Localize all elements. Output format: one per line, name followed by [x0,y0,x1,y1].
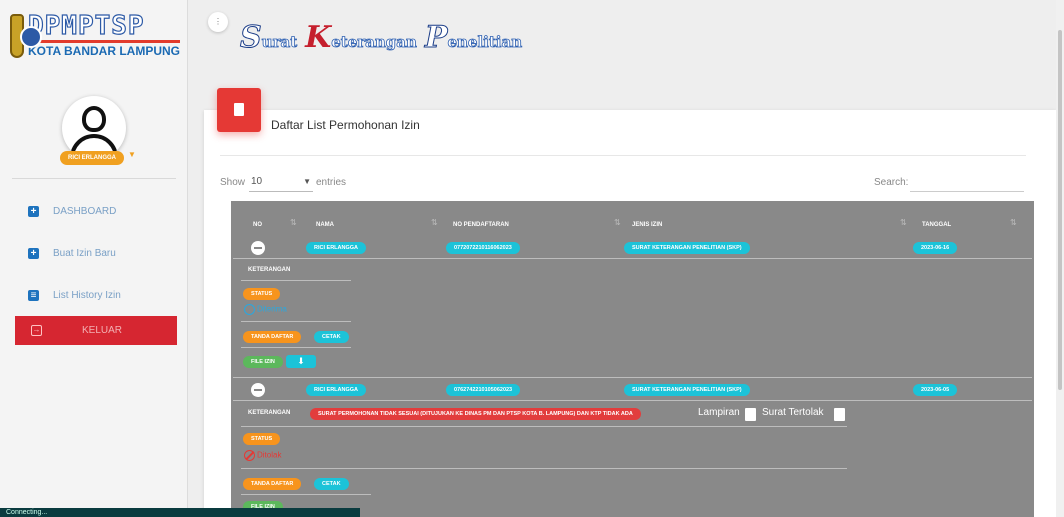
status-badge: STATUS [243,433,281,445]
detail-divider [241,321,351,322]
status-approved-text: Diterima [257,304,287,314]
header-tanggal[interactable]: TANGGAL [922,222,951,228]
search-label: Search: [874,177,909,188]
header-nama[interactable]: NAMA [316,222,334,228]
sort-icon[interactable]: ⇅ [614,218,621,227]
file-izin-badge: FILE IZIN [243,356,283,368]
keterangan-label: KETERANGAN [248,410,291,416]
row-divider [233,258,1032,259]
plus-square-icon: + [28,247,39,259]
logout-button[interactable]: → KELUAR [15,316,177,345]
logout-label: KELUAR [82,325,123,336]
chevron-down-icon: ▼ [303,177,311,186]
row-nama: RICI ERLANGGA [306,242,366,254]
row-expand-toggle[interactable] [251,383,265,397]
title-rest-k: eterangan [331,33,417,52]
keterangan-reason-badge: SURAT PERMOHONAN TIDAK SESUAI (DITUJUKAN… [310,408,641,420]
chevron-down-icon[interactable]: ▼ [128,150,136,159]
status-bar: Connecting... [0,508,360,517]
card-divider [220,155,1026,156]
detail-divider [241,494,371,495]
plus-square-icon: + [28,205,39,217]
row-tanggal: 2023-06-05 [913,384,958,396]
logo-sub-text: KOTA BANDAR LAMPUNG [28,44,180,58]
status-approved: Diterima [244,304,287,315]
title-cap-k: K [305,20,332,55]
document-icon [217,88,261,132]
search-input[interactable] [910,172,1024,192]
keterangan-label: KETERANGAN [248,267,291,273]
page-scrollbar[interactable] [1056,0,1064,517]
check-circle-icon [244,304,255,315]
tanda-daftar-badge: TANDA DAFTAR [243,331,302,343]
logo-divider [28,40,180,43]
sidebar-item-list-history-izin[interactable]: ≡ List History Izin [0,280,188,310]
user-name-badge[interactable]: RICI ERLANGGA [60,151,124,165]
show-label: Show [220,177,246,188]
surat-tertolak-label: Surat Tertolak [762,407,824,418]
detail-divider [241,468,847,469]
row-divider [233,377,1032,378]
header-no[interactable]: NO [253,222,262,228]
lampiran-label: Lampiran [698,407,740,418]
row-tanggal: 2023-06-16 [913,242,958,254]
menu-toggle-button[interactable]: ⋮ [208,12,228,32]
sort-icon[interactable]: ⇅ [900,218,907,227]
row-no-pendaftaran: 0772072210116062023 [446,242,520,254]
cetak-button[interactable]: CETAK [314,478,349,490]
row-divider [233,400,1032,401]
sidebar-item-label: List History Izin [53,289,121,301]
file-icon[interactable] [745,408,756,421]
sidebar-item-dashboard[interactable]: + DASHBOARD [0,196,188,226]
card-title: Daftar List Permohonan Izin [271,118,420,132]
sort-icon[interactable]: ⇅ [431,218,438,227]
sidebar-item-label: Buat Izin Baru [53,247,116,259]
app-logo[interactable]: DPMPTSP KOTA BANDAR LAMPUNG [10,8,180,63]
status-badge: STATUS [243,288,281,300]
title-cap-p: P [424,20,448,56]
header-no-pendaftaran[interactable]: NO PENDAFTARAN [453,222,509,228]
sort-icon[interactable]: ⇅ [290,218,297,227]
row-nama: RICI ERLANGGA [306,384,366,396]
ban-icon [244,450,255,461]
header-jenis-izin[interactable]: JENIS IZIN [632,222,662,228]
sidebar-divider [12,178,176,179]
list-icon: ≡ [28,289,39,301]
sidebar: DPMPTSP KOTA BANDAR LAMPUNG RICI ERLANGG… [0,0,188,517]
row-expand-toggle[interactable] [251,241,265,255]
cetak-button[interactable]: CETAK [314,331,349,343]
detail-divider [241,426,847,427]
download-icon[interactable]: ⬇ [286,355,316,368]
logo-main-text: DPMPTSP [27,11,145,41]
logout-icon: → [31,325,42,336]
city-emblem-icon [10,13,42,58]
title-rest-p: enelitian [447,33,523,52]
user-head-icon [82,106,106,132]
detail-divider [241,280,351,281]
detail-divider [241,347,351,348]
tanda-daftar-badge: TANDA DAFTAR [243,478,302,490]
title-rest-s: urat [261,33,298,52]
status-rejected-text: Ditolak [257,450,282,460]
row-jenis-izin: SURAT KETERANGAN PENELITIAN (SKP) [624,384,750,396]
page-title: S urat K eterangan P enelitian [240,20,530,56]
sidebar-item-label: DASHBOARD [53,205,117,217]
sidebar-item-buat-izin-baru[interactable]: + Buat Izin Baru [0,238,188,268]
row-jenis-izin: SURAT KETERANGAN PENELITIAN (SKP) [624,242,750,254]
file-icon[interactable] [834,408,845,421]
sort-icon[interactable]: ⇅ [1010,218,1017,227]
entries-select[interactable]: 10 ▼ [249,172,313,192]
title-cap-s: S [240,20,263,56]
row-no-pendaftaran: 0762742210105062023 [446,384,521,396]
status-rejected: Ditolak [244,450,281,461]
entries-label: entries [316,177,347,188]
entries-select-value: 10 [251,176,263,187]
